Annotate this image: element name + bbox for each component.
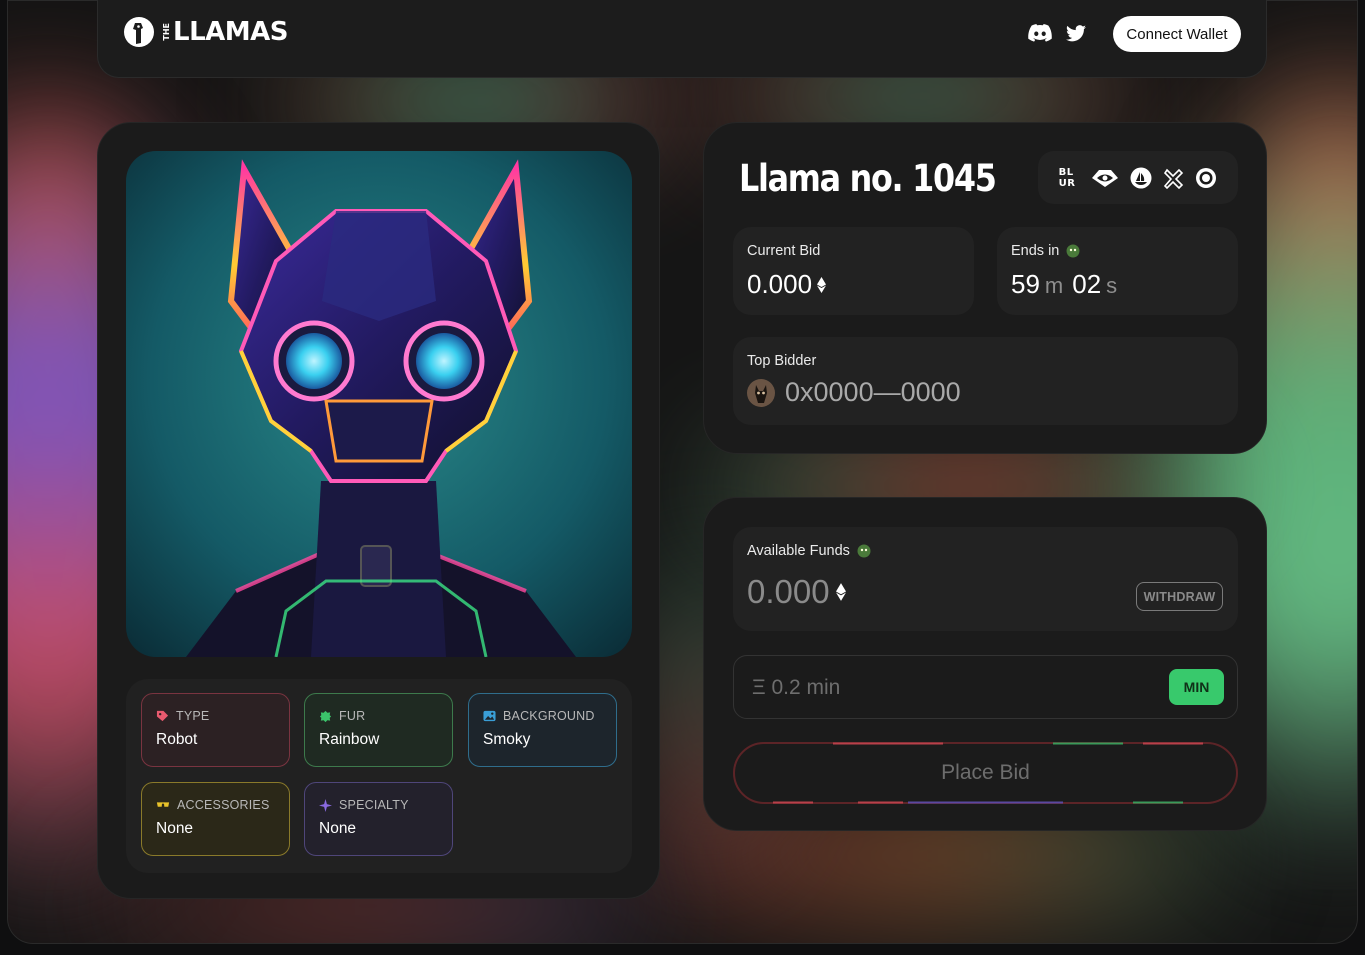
top-bidder-panel: Top Bidder 0x0000—0000 xyxy=(733,337,1238,425)
site-logo[interactable]: THE LLAMAS xyxy=(123,16,288,48)
trait-label: BACKGROUND xyxy=(503,709,595,723)
eth-icon xyxy=(817,277,827,293)
image-icon xyxy=(483,710,496,722)
logo-prefix: THE xyxy=(162,23,171,41)
withdraw-button[interactable]: WITHDRAW xyxy=(1136,582,1223,611)
twitter-icon[interactable] xyxy=(1066,24,1086,42)
trait-value: Rainbow xyxy=(319,731,380,748)
looksrare-icon[interactable] xyxy=(1091,168,1119,188)
trait-fur: FUR Rainbow xyxy=(304,693,453,767)
trait-value: Robot xyxy=(156,731,198,748)
ends-in-panel: Ends in 59 m 02 s xyxy=(997,227,1238,315)
marketplace-links: BL UR xyxy=(1038,151,1238,204)
top-bidder-address[interactable]: 0x0000—0000 xyxy=(785,377,961,408)
ends-minutes: 59 xyxy=(1011,269,1040,299)
bid-card: Available Funds 0.000 WITHDRAW Ξ 0.2 min… xyxy=(703,497,1267,831)
ends-seconds: 02 xyxy=(1072,269,1102,299)
bid-amount-input[interactable]: Ξ 0.2 min MIN xyxy=(733,655,1238,719)
available-funds-value: 0.000 xyxy=(747,573,830,610)
llama-head-icon xyxy=(1066,244,1080,258)
place-bid-button[interactable]: Place Bid xyxy=(733,742,1238,804)
current-bid-label: Current Bid xyxy=(747,243,821,259)
social-links xyxy=(1028,24,1086,42)
bid-input-placeholder: Ξ 0.2 min xyxy=(752,676,841,699)
trait-specialty: SPECIALTY None xyxy=(304,782,453,856)
discord-icon[interactable] xyxy=(1028,24,1052,42)
opensea-icon[interactable] xyxy=(1130,167,1152,189)
trait-label: ACCESSORIES xyxy=(177,798,270,812)
logo-wordmark: THE LLAMAS xyxy=(162,17,288,47)
blur-icon[interactable]: BL UR xyxy=(1059,167,1081,189)
llama-robot-image xyxy=(126,151,632,657)
connect-wallet-button[interactable]: Connect Wallet xyxy=(1113,16,1241,52)
llama-head-icon xyxy=(857,544,871,558)
trait-label: SPECIALTY xyxy=(339,798,409,812)
auction-card: Llama no. 1045 BL UR Current Bid 0.000 En… xyxy=(703,122,1267,454)
top-bidder-label: Top Bidder xyxy=(747,353,817,369)
available-funds-label: Available Funds xyxy=(747,543,850,559)
available-funds-panel: Available Funds 0.000 WITHDRAW xyxy=(733,527,1238,631)
trait-value: None xyxy=(319,820,357,837)
current-bid-value: 0.000 xyxy=(747,269,813,299)
nft-title: Llama no. 1045 xyxy=(739,157,997,200)
llama-logo-icon xyxy=(124,17,154,47)
trait-type: TYPE Robot xyxy=(141,693,290,767)
blur-icon-text: BL UR xyxy=(1058,166,1076,189)
eth-icon xyxy=(835,583,846,601)
min-bid-button[interactable]: MIN xyxy=(1169,669,1224,705)
tag-icon xyxy=(156,710,169,721)
trait-background: BACKGROUND Smoky xyxy=(468,693,617,767)
current-bid-panel: Current Bid 0.000 xyxy=(733,227,974,315)
rarible-icon[interactable] xyxy=(1195,167,1217,189)
trait-value: Smoky xyxy=(483,731,531,748)
ends-seconds-unit: s xyxy=(1106,273,1118,298)
fur-icon xyxy=(319,710,332,722)
nft-card: TYPE Robot FUR Rainbow BACKGROUND Smoky … xyxy=(97,122,660,899)
ends-in-label: Ends in xyxy=(1011,243,1060,259)
top-navbar: THE LLAMAS Connect Wallet xyxy=(97,0,1267,78)
ends-minutes-unit: m xyxy=(1044,273,1064,298)
logo-text: LLAMAS xyxy=(173,17,288,47)
traits-panel: TYPE Robot FUR Rainbow BACKGROUND Smoky … xyxy=(126,679,632,873)
x2y2-icon[interactable] xyxy=(1163,167,1185,189)
trait-value: None xyxy=(156,820,194,837)
nft-artwork xyxy=(126,151,632,657)
bidder-avatar xyxy=(747,378,775,407)
glasses-icon xyxy=(156,802,170,807)
trait-label: TYPE xyxy=(176,709,210,723)
trait-accessories: ACCESSORIES None xyxy=(141,782,290,856)
sparkle-icon xyxy=(319,798,332,812)
trait-label: FUR xyxy=(339,709,366,723)
